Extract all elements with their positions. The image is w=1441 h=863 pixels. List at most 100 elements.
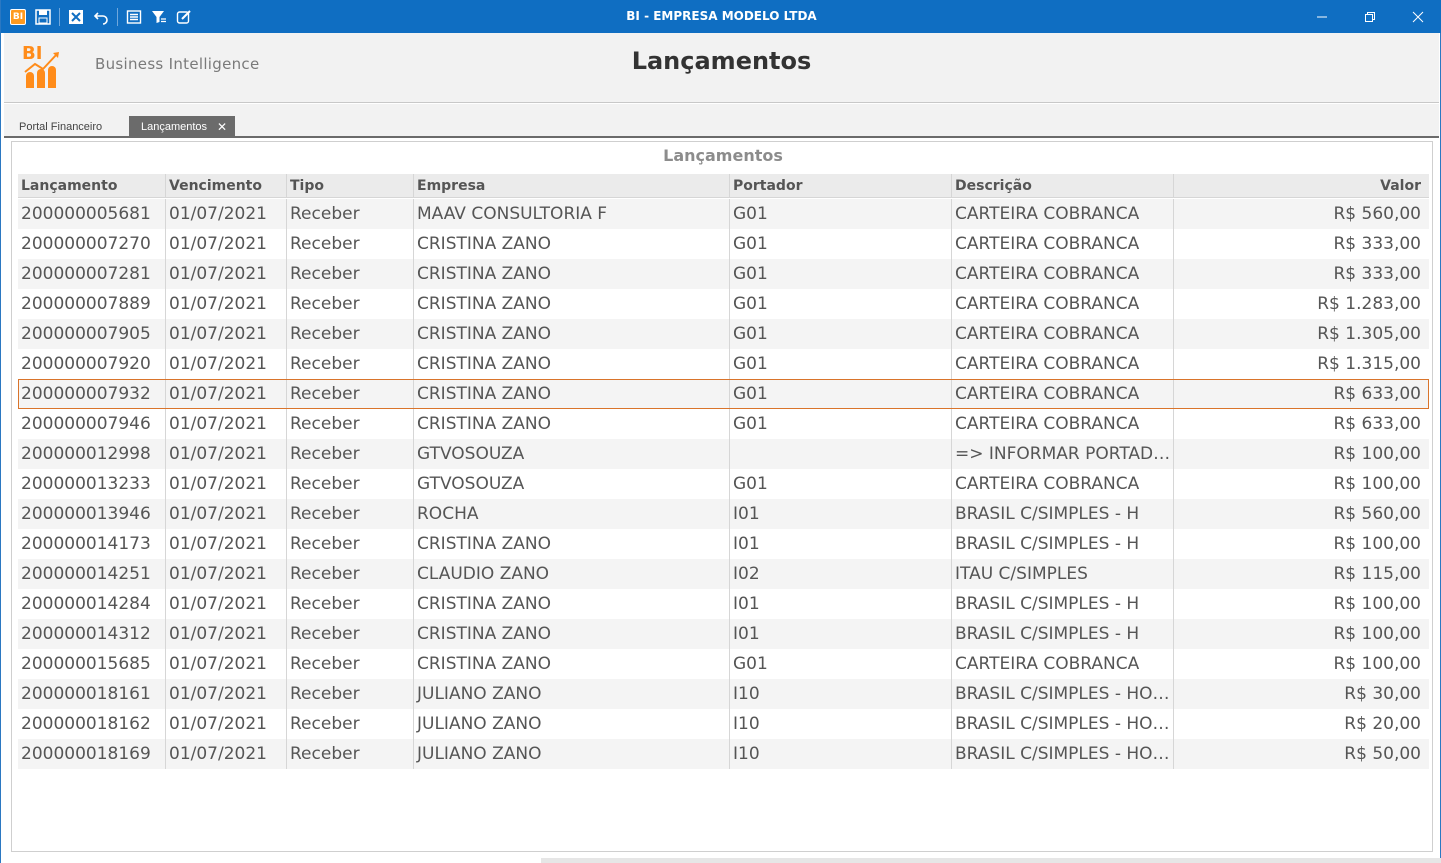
table-row[interactable]: 200000014284 01/07/2021 Receber CRISTINA ZA… [18,589,1429,619]
table-cell: CARTEIRA COBRANCA [952,379,1174,409]
column-header[interactable]: Portador [730,174,952,198]
table-cell: CARTEIRA COBRANCA [952,349,1174,379]
table-cell: I10 [730,709,952,739]
table-cell: BRASIL C/SIMPLES - HOMOLOG [952,709,1174,739]
restore-button[interactable] [1346,0,1394,33]
table-cell: I10 [730,739,952,769]
table-row[interactable]: 200000015685 01/07/2021 Receber CRISTINA ZA… [18,649,1429,679]
table-cell: 01/07/2021 [166,739,287,769]
minimize-icon [1317,16,1327,17]
table-cell: Receber [287,199,414,229]
table-cell: R$ 20,00 [1344,714,1421,734]
table-cell: Receber [287,289,414,319]
grid-caption: Lançamentos [663,146,783,165]
list-icon[interactable] [123,6,145,28]
table-cell: JULIANO ZANO [414,679,730,709]
column-header[interactable]: Descrição [952,174,1174,198]
table-row[interactable]: 200000018169 01/07/2021 Receber JULIANO ZAN… [18,739,1429,769]
table-cell: R$ 633,00 [1333,414,1421,434]
table-cell: Receber [287,439,414,469]
undo-icon[interactable] [90,6,112,28]
cancel-icon[interactable] [65,6,87,28]
table-cell: G01 [730,649,952,679]
table-row[interactable]: 200000013946 01/07/2021 Receber ROCHA I01 BRA… [18,499,1429,529]
table-cell: I01 [730,529,952,559]
table-row[interactable]: 200000014251 01/07/2021 Receber CLAUDIO ZAN… [18,559,1429,589]
filter-icon[interactable] [148,6,170,28]
table-row[interactable]: 200000007889 01/07/2021 Receber CRISTINA ZA… [18,289,1429,319]
table-cell: CRISTINA ZANO [414,379,730,409]
table-cell: CRISTINA ZANO [414,319,730,349]
table-row[interactable]: 200000007270 01/07/2021 Receber CRISTINA ZA… [18,229,1429,259]
table-row[interactable]: 200000007905 01/07/2021 Receber CRISTINA ZA… [18,319,1429,349]
table-cell: 200000013233 [18,469,166,499]
table-cell: CARTEIRA COBRANCA [952,319,1174,349]
table-cell: 200000007932 [18,379,166,409]
minimize-button[interactable] [1298,0,1346,33]
column-header[interactable]: Tipo [287,174,414,198]
tab-lancamentos[interactable]: Lançamentos ✕ [129,116,235,138]
table-cell: 01/07/2021 [166,499,287,529]
edit-icon[interactable] [173,6,195,28]
table-row[interactable]: 200000005681 01/07/2021 Receber MAAV CONSUL… [18,199,1429,229]
column-header[interactable]: Vencimento [166,174,287,198]
app-window: BI BI - EMPRESA MODELO LTDA BI Business … [0,0,1441,863]
table-cell: CRISTINA ZANO [414,289,730,319]
table-cell: Receber [287,559,414,589]
save-icon[interactable] [32,6,54,28]
table-cell: G01 [730,409,952,439]
restore-icon [1365,11,1375,22]
table-cell: 01/07/2021 [166,379,287,409]
column-header[interactable]: Empresa [414,174,730,198]
table-cell: G01 [730,259,952,289]
table-cell: 01/07/2021 [166,709,287,739]
table-cell: R$ 50,00 [1344,744,1421,764]
table-cell: GTVOSOUZA [414,469,730,499]
table-cell: ROCHA [414,499,730,529]
table-cell: Receber [287,349,414,379]
table-cell: GTVOSOUZA [414,439,730,469]
table-cell: CRISTINA ZANO [414,349,730,379]
table-cell: I01 [730,619,952,649]
table-cell: R$ 1.283,00 [1317,294,1421,314]
table-cell: Receber [287,409,414,439]
table-row[interactable]: 200000007281 01/07/2021 Receber CRISTINA ZA… [18,259,1429,289]
table-cell: 200000014312 [18,619,166,649]
table-cell: R$ 100,00 [1333,444,1421,464]
table-cell: G01 [730,229,952,259]
table-cell: 200000013946 [18,499,166,529]
table-row[interactable]: 200000014312 01/07/2021 Receber CRISTINA ZA… [18,619,1429,649]
table-row[interactable]: 200000007946 01/07/2021 Receber CRISTINA ZA… [18,409,1429,439]
table-row[interactable]: 200000007932 01/07/2021 Receber CRISTINA ZA… [18,379,1429,409]
table-cell: BRASIL C/SIMPLES - H [952,499,1174,529]
column-header[interactable]: Valor [1174,174,1429,198]
table-cell: Receber [287,649,414,679]
table-cell: G01 [730,199,952,229]
table-cell: G01 [730,379,952,409]
table-cell: 200000018162 [18,709,166,739]
table-cell: Receber [287,589,414,619]
table-cell: 01/07/2021 [166,439,287,469]
tab-portal-financeiro[interactable]: Portal Financeiro [7,116,114,138]
table-cell: 01/07/2021 [166,469,287,499]
column-header[interactable]: Lançamento [18,174,166,198]
table-row[interactable]: 200000013233 01/07/2021 Receber GTVOSOUZA G0… [18,469,1429,499]
table-cell: R$ 1.315,00 [1317,354,1421,374]
table-cell: 200000005681 [18,199,166,229]
table-cell: CRISTINA ZANO [414,649,730,679]
grid-header-row: Lançamento Vencimento Tipo Empresa Portador D… [18,174,1429,198]
table-cell: G01 [730,469,952,499]
toolbar-separator [117,7,118,26]
table-cell: R$ 100,00 [1333,474,1421,494]
close-tab-icon[interactable]: ✕ [217,116,227,138]
table-cell: CARTEIRA COBRANCA [952,289,1174,319]
table-row[interactable]: 200000012998 01/07/2021 Receber GTVOSOUZA =>… [18,439,1429,469]
table-cell: CRISTINA ZANO [414,619,730,649]
table-row[interactable]: 200000014173 01/07/2021 Receber CRISTINA ZA… [18,529,1429,559]
table-row[interactable]: 200000007920 01/07/2021 Receber CRISTINA ZA… [18,349,1429,379]
table-cell: G01 [730,349,952,379]
table-cell: 01/07/2021 [166,529,287,559]
close-button[interactable] [1394,0,1441,33]
table-row[interactable]: 200000018161 01/07/2021 Receber JULIANO ZAN… [18,679,1429,709]
table-row[interactable]: 200000018162 01/07/2021 Receber JULIANO ZAN… [18,709,1429,739]
